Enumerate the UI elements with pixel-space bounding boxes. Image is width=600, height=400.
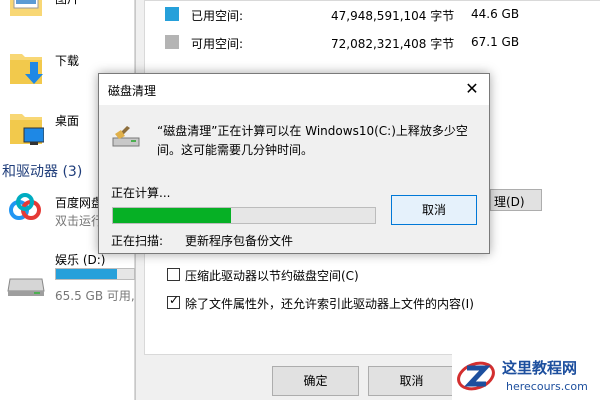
disk-cleanup-icon <box>112 126 140 147</box>
drive-usage-bar <box>55 268 135 280</box>
used-space-gb: 44.6 GB <box>471 7 520 21</box>
compress-label: 压缩此驱动器以节约磁盘空间(C) <box>185 269 359 283</box>
download-folder-icon <box>10 54 43 84</box>
disk-cleanup-button[interactable]: 理(D) <box>490 189 542 211</box>
cancel-button[interactable]: 取消 <box>368 366 455 396</box>
dialog-title: 磁盘清理 <box>108 84 157 98</box>
used-space-swatch <box>165 7 179 21</box>
used-space-label: 已用空间: <box>191 9 244 23</box>
free-space-gb: 67.1 GB <box>471 35 520 49</box>
drive-usage-fill <box>56 269 117 279</box>
free-space-label: 可用空间: <box>191 37 244 51</box>
used-space-row: 已用空间: 47,948,591,104 字节 44.6 GB <box>165 5 525 25</box>
section-title: 和驱动器 (3) <box>2 164 83 180</box>
progress-bar <box>112 207 376 224</box>
watermark-logo-icon <box>457 361 495 391</box>
pictures-folder-icon <box>10 0 42 16</box>
desktop-folder-icon <box>10 114 44 145</box>
free-space-bytes: 72,082,321,408 字节 <box>331 37 455 51</box>
ok-button[interactable]: 确定 <box>272 366 359 396</box>
drive-d[interactable]: 娱乐 (D:) 65.5 GB 可用, <box>0 247 135 307</box>
check-icon: ✓ <box>169 293 180 307</box>
index-checkbox[interactable]: ✓ <box>167 293 180 309</box>
drive-sub: 65.5 GB 可用, <box>55 289 135 303</box>
free-space-swatch <box>165 35 179 49</box>
used-space-bytes: 47,948,591,104 字节 <box>331 9 455 23</box>
folder-label: 图片 <box>55 0 79 7</box>
dialog-message: “磁盘清理”正在计算可以在 Windows10(C:)上释放多少空间。这可能需要… <box>157 124 468 157</box>
drive-name: 百度网盘 <box>55 196 104 210</box>
disk-cleanup-dialog: 磁盘清理 ✕ “磁盘清理”正在计算可以在 Windows10(C:)上释放多少空… <box>98 73 490 254</box>
dialog-cancel-button[interactable]: 取消 <box>391 195 477 225</box>
index-label: 除了文件属性外，还允许索引此驱动器上文件的内容(I) <box>185 297 474 311</box>
progress-fill <box>113 208 231 223</box>
close-icon[interactable]: ✕ <box>461 78 483 100</box>
compress-checkbox[interactable] <box>167 268 180 281</box>
folder-label: 下载 <box>55 54 80 68</box>
watermark-title: 这里教程网 <box>502 359 578 377</box>
site-watermark: 这里教程网 herecours.com <box>452 352 600 400</box>
scanning-item: 更新程序包备份文件 <box>185 234 294 248</box>
scanning-label: 正在扫描: <box>111 234 164 248</box>
dialog-titlebar: 磁盘清理 ✕ <box>99 74 489 105</box>
watermark-site: herecours.com <box>506 380 588 393</box>
folder-pictures[interactable]: 图片 <box>0 0 135 38</box>
baidu-netdisk-icon <box>9 193 41 220</box>
calculating-status: 正在计算... <box>111 186 171 200</box>
free-space-row: 可用空间: 72,082,321,408 字节 67.1 GB <box>165 33 525 53</box>
drive-sub: 双击运行 <box>55 214 104 228</box>
hard-drive-icon <box>7 278 45 296</box>
folder-label: 桌面 <box>55 114 80 128</box>
